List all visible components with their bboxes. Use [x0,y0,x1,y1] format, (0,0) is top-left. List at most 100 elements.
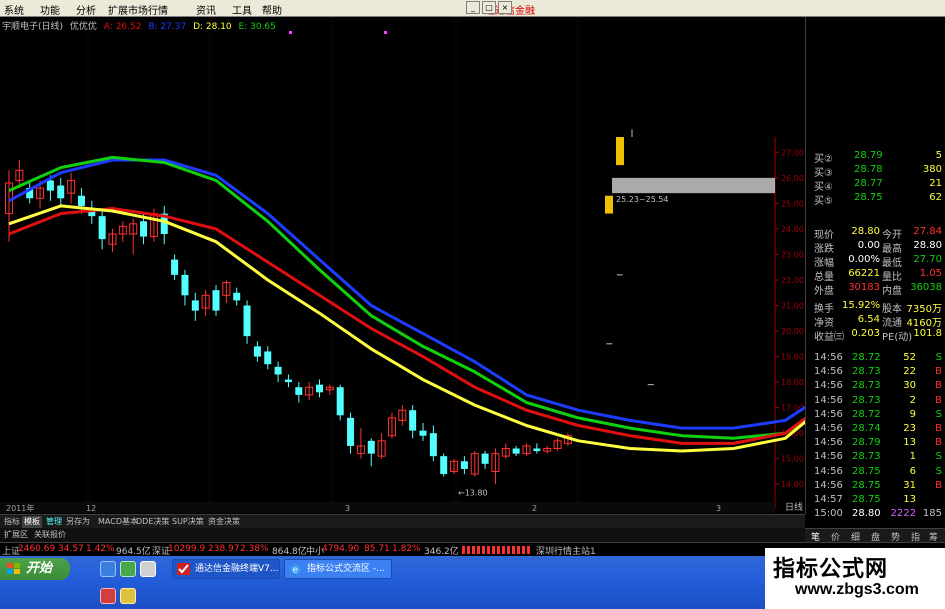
app-launch-icon[interactable] [100,588,116,604]
kline-chart[interactable]: 27.0026.0025.0024.0023.0022.0021.0020.00… [0,17,945,514]
tick-direction: B [935,479,942,491]
candle-body-down [429,433,437,457]
minimize-icon[interactable]: _ [466,1,480,14]
y-tick-label: 19.00 [781,353,804,362]
indicator-info-bar: 宇顺电子(日线) 优优优 A: 26.52 B: 27.37 D: 28.10 … [2,19,280,32]
tick-row[interactable]: 14:57 28.75 13 [808,494,944,508]
x-tick-label: 2 [532,504,537,513]
stat-key: 现价 [814,230,834,241]
tick-time: 14:56 [814,394,843,406]
folder-launch-icon[interactable] [120,588,136,604]
tick-volume: 1 [909,451,916,463]
period-label[interactable]: 日线 [785,500,803,513]
tick-row[interactable]: 14:56 28.73 22 B [808,366,944,380]
menu-system[interactable]: 系统 [4,2,24,17]
candle-body-down [481,453,489,464]
tick-row[interactable]: 14:56 28.73 2 B [808,395,944,409]
tab-fund[interactable]: 资金决策 [206,516,242,528]
tab-save-as[interactable]: 另存为 [64,516,92,528]
kline-chart-area[interactable]: 27.00 26.00 25.00 24.00 23.00 22.00 21.00 20.00… [0,17,945,514]
tick-volume: 22 [903,366,916,378]
tick-row[interactable]: 14:56 28.73 1 S [808,451,944,465]
tick-direction: 185 [922,508,942,520]
task-forum-window[interactable]: e 指标公式交流区 -... [284,559,392,579]
stat-value: 0.00 [857,240,880,251]
bid-price: 28.77 [854,178,883,189]
tick-time: 14:56 [814,366,843,378]
y-tick-label: 24.00 [781,225,804,234]
candle-body-down [284,379,292,383]
x-tick-label: 2011年 [6,503,34,513]
menu-help[interactable]: 帮助 [262,2,282,17]
tick-price: 28.73 [852,366,881,378]
extension-bar: 扩展区 关联报价 [0,528,805,542]
menu-function[interactable]: 功能 [40,2,60,17]
tick-time: 14:56 [814,465,843,477]
candle-body-down [191,300,199,311]
tick-row[interactable]: 14:56 28.72 52 S [808,352,944,366]
tick-row[interactable]: 15:00 28.80 2222 185 [808,508,944,522]
menu-extended-market[interactable]: 扩展市场行情 [108,2,168,17]
tick-row[interactable]: 14:56 28.79 13 B [808,437,944,451]
indicator-line [8,154,922,430]
tick-price: 28.80 [852,508,881,520]
maximize-icon[interactable]: □ [482,1,496,14]
signal-marker [384,31,387,34]
media-launch-icon[interactable] [120,561,136,577]
bid-row[interactable]: 买④ 28.77 21 [808,178,944,193]
menu-analysis[interactable]: 分析 [76,2,96,17]
candle-body-down [295,387,303,395]
candle-body-down [98,216,106,240]
bid-volume: 62 [929,192,942,203]
tick-price: 28.75 [852,479,881,491]
zx-value: 4794.90 [322,544,360,554]
bid-row[interactable]: 买⑤ 28.75 62 [808,192,944,207]
candle-body-down [460,461,468,469]
close-icon[interactable]: × [498,1,512,14]
tick-row[interactable]: 14:56 28.72 9 S [808,409,944,423]
tab-indicator[interactable]: 指标 [2,516,22,528]
tick-volume: 52 [903,352,916,363]
sh-pct: 1.42% [86,544,115,554]
menu-bar: 系统 功能 分析 扩展市场行情 资讯 工具 帮助 通达信金融 _ □ × [0,0,945,17]
task-tdx-terminal[interactable]: 通达信金融终端V7... [172,559,280,579]
tab-related-quotes[interactable]: 关联报价 [32,529,68,541]
tab-extension-area[interactable]: 扩展区 [2,529,30,541]
tick-row[interactable]: 14:56 28.75 31 B [808,480,944,494]
candle-body-down [409,410,417,431]
market-breadth-bar [462,546,530,554]
tab-template[interactable]: 模板 [22,516,42,528]
tab-dde[interactable]: DDE决策 [134,516,171,528]
stat-value: 30183 [848,282,880,293]
tick-row[interactable]: 14:56 28.74 23 B [808,423,944,437]
menu-tools[interactable]: 工具 [232,2,252,17]
tick-row[interactable]: 14:56 28.75 6 S [808,466,944,480]
candle-body-down [57,185,65,199]
indicator-line [8,155,932,440]
tick-row[interactable]: 14:56 28.73 30 B [808,380,944,394]
tick-time: 14:56 [814,451,843,463]
tab-sup[interactable]: SUP决策 [170,516,206,528]
bid-row[interactable]: 买② 28.79 5 [808,150,944,165]
start-button[interactable]: 开始 [0,558,70,580]
menu-news[interactable]: 资讯 [196,2,216,17]
highlight-candle [616,137,624,166]
stat-key: 外盘 [814,286,834,297]
stat-value: 27.84 [913,226,942,237]
stat-value: 27.70 [913,254,942,265]
stock-title: 宇顺电子(日线) [2,22,64,32]
watermark-title: 指标公式网 [773,557,889,582]
tick-volume: 13 [903,437,916,449]
tab-manage[interactable]: 管理 [44,516,64,528]
browser-launch-icon[interactable] [100,561,116,577]
task-forum-label: 指标公式交流区 -... [307,564,385,574]
stat-row: 现价 28.80 今开 27.84 [808,226,944,241]
candle-body-down [253,346,261,357]
zx-pct: 1.82% [392,544,421,554]
bid-row[interactable]: 买③ 28.78 380 [808,164,944,179]
stat-key: 涨跌 [814,244,834,255]
stat-key: 量比 [882,272,902,283]
desktop-launch-icon[interactable] [140,561,156,577]
candle-body-down [264,351,272,365]
indicator-tabs: 指标 模板 管理 另存为 MACD基本 DDE决策 SUP决策 资金决策 [0,514,805,528]
